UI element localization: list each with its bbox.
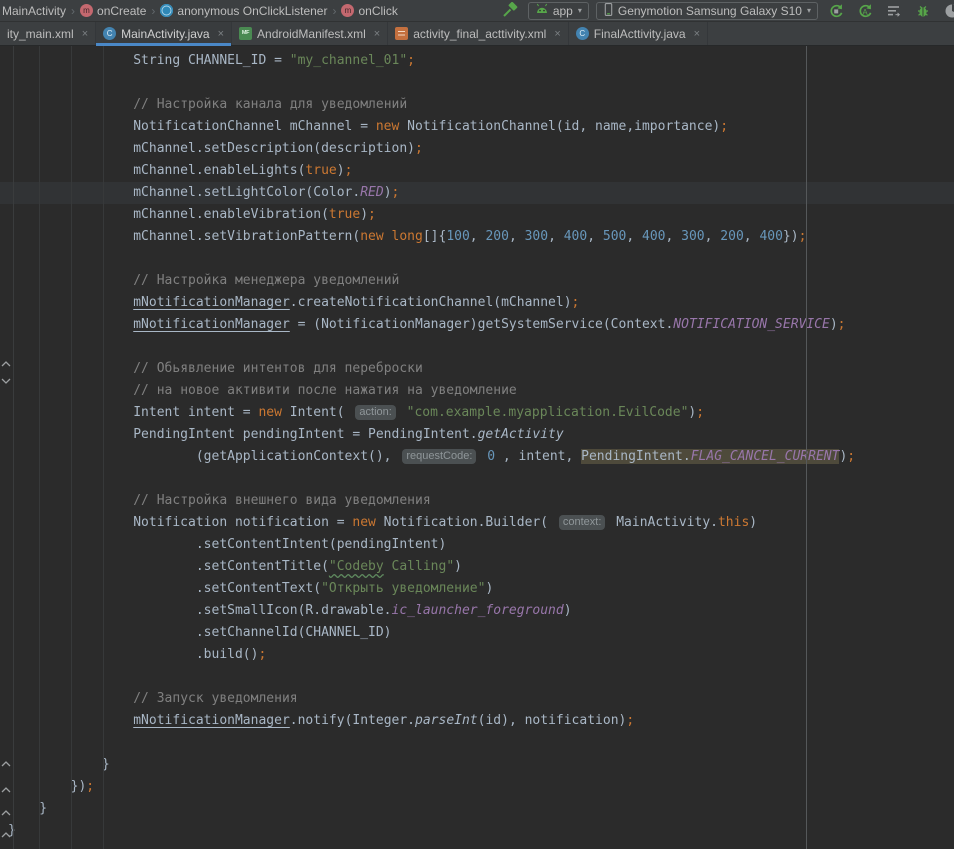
code-line: // Обьявление интентов для переброски <box>8 358 954 380</box>
code-line: (getApplicationContext(), requestCode: 0… <box>8 446 954 468</box>
code-line: // Настройка внешнего вида уведомления <box>8 490 954 512</box>
indent-guide <box>39 46 40 849</box>
code-line: NotificationChannel mChannel = new Notif… <box>8 116 954 138</box>
tab-activity_final_acttivity.xml[interactable]: activity_final_acttivity.xml× <box>388 22 569 45</box>
code-line: .setChannelId(CHANNEL_ID) <box>8 622 954 644</box>
device-selector-label: Genymotion Samsung Galaxy S10 <box>618 4 802 18</box>
breadcrumb-item[interactable]: MainActivity <box>2 4 66 18</box>
ide-window: MainActivity › monCreate › anonymous OnClick… <box>0 0 954 849</box>
parameter-hint: action: <box>355 405 395 420</box>
code-line: // Настройка канала для уведомлений <box>8 94 954 116</box>
class-file-icon: C <box>103 27 116 40</box>
module-selector-label: app <box>553 4 573 18</box>
fold-marker-icon[interactable] <box>1 372 11 380</box>
manifest-file-icon: MF <box>239 27 252 40</box>
android-icon <box>535 3 549 18</box>
breadcrumb-separator: › <box>151 4 155 18</box>
code-line <box>8 666 954 688</box>
code-line: mNotificationManager.notify(Integer.pars… <box>8 710 954 732</box>
close-icon[interactable]: × <box>694 28 700 40</box>
tab-MainActivity.java[interactable]: CMainActivity.java× <box>96 22 232 45</box>
module-selector[interactable]: app ▾ <box>528 2 589 20</box>
code-line: mChannel.setVibrationPattern(new long[]{… <box>8 226 954 248</box>
parameter-hint: requestCode: <box>402 449 476 464</box>
indent-guide <box>103 46 104 849</box>
tab-ity_main.xml[interactable]: ity_main.xml× <box>0 22 96 45</box>
breadcrumb-item[interactable]: monClick <box>341 4 397 18</box>
code-line: .setContentTitle("Codeby Calling") <box>8 556 954 578</box>
phone-icon <box>603 2 614 20</box>
parameter-hint: context: <box>559 515 606 530</box>
toolbar-actions: app ▾ Genymotion Samsung Galaxy S10 ▾ A <box>499 1 954 21</box>
code-line: }); <box>8 776 954 798</box>
breadcrumb-item[interactable]: anonymous OnClickListener <box>160 4 327 18</box>
code-line: mChannel.setLightColor(Color.RED); <box>8 182 954 204</box>
profiler-icon[interactable] <box>941 1 954 21</box>
code-line <box>8 468 954 490</box>
code-line: // Запуск уведомления <box>8 688 954 710</box>
code-line <box>8 72 954 94</box>
device-selector[interactable]: Genymotion Samsung Galaxy S10 ▾ <box>596 2 818 20</box>
code-area: String CHANNEL_ID = "my_channel_01"; // … <box>8 50 954 842</box>
margin-guide <box>806 46 807 849</box>
code-line: Intent intent = new Intent( action: "com… <box>8 402 954 424</box>
event-log-icon[interactable] <box>883 1 905 21</box>
code-line: Notification notification = new Notifica… <box>8 512 954 534</box>
method-icon: m <box>80 4 93 17</box>
fold-marker-icon[interactable] <box>1 804 11 812</box>
code-line: mChannel.setDescription(description); <box>8 138 954 160</box>
breadcrumb-separator: › <box>71 4 75 18</box>
code-line: PendingIntent pendingIntent = PendingInt… <box>8 424 954 446</box>
code-line: } <box>8 798 954 820</box>
fold-marker-icon[interactable] <box>1 355 11 363</box>
code-line: .setContentIntent(pendingIntent) <box>8 534 954 556</box>
tab-AndroidManifest.xml[interactable]: MFAndroidManifest.xml× <box>232 22 388 45</box>
code-line: .setSmallIcon(R.drawable.ic_launcher_for… <box>8 600 954 622</box>
code-line: } <box>8 820 954 842</box>
code-line: // на новое активити после нажатия на ув… <box>8 380 954 402</box>
breadcrumb-separator: › <box>332 4 336 18</box>
main-toolbar: MainActivity › monCreate › anonymous OnClick… <box>0 0 954 22</box>
tab-FinalActtivity.java[interactable]: CFinalActtivity.java× <box>569 22 708 45</box>
gutter-border <box>13 46 14 849</box>
restart-activity-icon[interactable] <box>825 1 847 21</box>
layout-file-icon <box>395 27 408 40</box>
close-icon[interactable]: × <box>554 28 560 40</box>
svg-text:A: A <box>862 7 868 16</box>
code-line: mNotificationManager = (NotificationMana… <box>8 314 954 336</box>
method-icon: m <box>341 4 354 17</box>
close-icon[interactable]: × <box>218 28 224 40</box>
chevron-down-icon: ▾ <box>807 6 811 15</box>
code-line <box>8 248 954 270</box>
fold-marker-icon[interactable] <box>1 755 11 763</box>
code-line: } <box>8 754 954 776</box>
close-icon[interactable]: × <box>374 28 380 40</box>
code-line: .setContentText("Открыть уведомление") <box>8 578 954 600</box>
code-line: mChannel.enableLights(true); <box>8 160 954 182</box>
fold-marker-icon[interactable] <box>1 781 11 789</box>
indent-guide <box>71 46 72 849</box>
attach-debugger-icon[interactable] <box>912 1 934 21</box>
hammer-icon[interactable] <box>499 1 521 21</box>
code-line <box>8 336 954 358</box>
chevron-down-icon: ▾ <box>578 6 582 15</box>
code-line: mChannel.enableVibration(true); <box>8 204 954 226</box>
breadcrumb: MainActivity › monCreate › anonymous OnClick… <box>2 4 398 18</box>
class-icon <box>160 4 173 17</box>
code-editor[interactable]: String CHANNEL_ID = "my_channel_01"; // … <box>0 46 954 849</box>
code-line: .build(); <box>8 644 954 666</box>
class-file-icon: C <box>576 27 589 40</box>
code-line <box>8 732 954 754</box>
code-line: String CHANNEL_ID = "my_channel_01"; <box>8 50 954 72</box>
code-line: mNotificationManager.createNotificationC… <box>8 292 954 314</box>
tab-bar: ity_main.xml×CMainActivity.java×MFAndroi… <box>0 22 954 46</box>
apply-code-changes-icon[interactable]: A <box>854 1 876 21</box>
fold-marker-icon[interactable] <box>1 826 11 834</box>
breadcrumb-item[interactable]: monCreate <box>80 4 146 18</box>
code-line: // Настройка менеджера уведомлений <box>8 270 954 292</box>
close-icon[interactable]: × <box>82 28 88 40</box>
